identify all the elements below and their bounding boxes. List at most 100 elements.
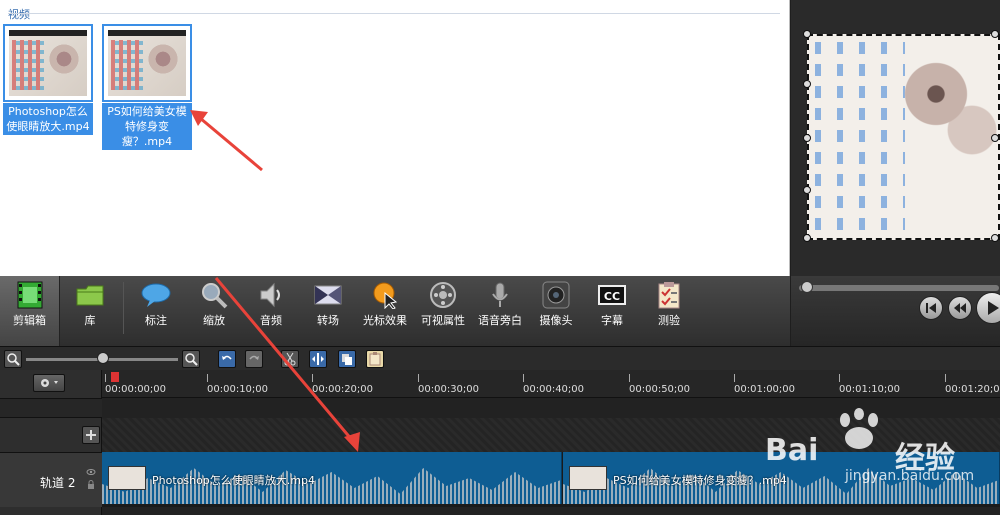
clip-thumbnail[interactable]: [102, 24, 192, 102]
tool-label: 摄像头: [539, 314, 573, 327]
time-ruler[interactable]: 00:00:00;00 00:00:10;00 00:00:20;00 00:0…: [102, 370, 1000, 398]
tool-quiz[interactable]: 测验: [640, 276, 698, 346]
tool-cursor-effects[interactable]: 光标效果: [356, 276, 414, 346]
resize-handle[interactable]: [803, 134, 811, 142]
playhead-marker[interactable]: [111, 372, 119, 382]
skip-back-icon: [926, 303, 936, 313]
clipboard-icon: [658, 282, 680, 309]
clip-name: PS如何给美女模特修身变瘦？.mp4: [613, 474, 787, 487]
empty-track-header: [0, 398, 102, 418]
tick-label: 00:01:00;00: [734, 384, 796, 395]
microphone-icon: [492, 282, 508, 307]
clip-thumbnail: [108, 466, 146, 490]
tool-library[interactable]: 库: [60, 276, 120, 346]
tool-webcam[interactable]: 摄像头: [528, 276, 584, 346]
resize-handle[interactable]: [803, 234, 811, 242]
preview-canvas[interactable]: [807, 34, 1000, 240]
tool-label: 字幕: [601, 314, 623, 327]
clip-item[interactable]: Photoshop怎么使眼睛放大.mp4: [3, 24, 93, 135]
section-divider: [8, 13, 780, 14]
track-2[interactable]: Photoshop怎么使眼睛放大.mp4 PS如何给美女模特修身变瘦？.mp4: [102, 452, 1000, 507]
copy-icon: [342, 354, 352, 365]
zoom-in-button[interactable]: [182, 350, 200, 368]
tool-zoom[interactable]: 缩放: [186, 276, 242, 346]
clip-bin-panel: 视频 Photoshop怎么使眼睛放大.mp4 PS如何给美女模特修身变瘦？.m…: [0, 0, 790, 276]
timeline-clip[interactable]: PS如何给美女模特修身变瘦？.mp4: [563, 452, 1000, 504]
copy-button[interactable]: [338, 350, 356, 368]
timeline[interactable]: 00:00:00;00 00:00:10;00 00:00:20;00 00:0…: [102, 370, 1000, 515]
tool-voice-narration[interactable]: 语音旁白: [472, 276, 528, 346]
resize-handle[interactable]: [803, 80, 811, 88]
tool-label: 剪辑箱: [13, 314, 46, 327]
empty-track[interactable]: [102, 418, 1000, 452]
preview-seek-thumb[interactable]: [801, 281, 813, 293]
undo-button[interactable]: [218, 350, 236, 368]
zoom-out-icon: [7, 353, 20, 366]
add-track-button[interactable]: [82, 426, 100, 444]
undo-icon: [222, 355, 232, 360]
tool-captions[interactable]: CC 字幕: [584, 276, 640, 346]
resize-handle[interactable]: [803, 186, 811, 194]
preview-panel: [791, 0, 1000, 276]
lock-icon[interactable]: [87, 480, 95, 490]
tool-label: 语音旁白: [478, 314, 522, 327]
clip-name: Photoshop怎么使眼睛放大.mp4: [3, 103, 93, 135]
resize-handle[interactable]: [991, 30, 999, 38]
transition-icon: [314, 285, 342, 305]
previous-button[interactable]: [919, 296, 943, 320]
tick-label: 00:00:20;00: [312, 384, 374, 395]
timeline-clip[interactable]: Photoshop怎么使眼睛放大.mp4: [102, 452, 562, 504]
gear-icon: [41, 379, 58, 387]
track-settings-button[interactable]: [33, 374, 65, 392]
resize-handle[interactable]: [991, 234, 999, 242]
playback-controls: [791, 276, 1000, 346]
redo-icon: [249, 355, 259, 360]
clip-thumbnail[interactable]: [3, 24, 93, 102]
svg-text:CC: CC: [604, 290, 620, 303]
rewind-icon: [954, 303, 966, 313]
eye-icon[interactable]: [86, 468, 96, 476]
split-button[interactable]: [309, 350, 327, 368]
play-button[interactable]: [976, 292, 1000, 324]
scissors-icon: [284, 352, 296, 366]
tool-label: 标注: [145, 314, 167, 327]
tool-label: 音频: [260, 314, 282, 327]
track-header-column: 轨道 2: [0, 370, 102, 515]
cut-button[interactable]: [281, 350, 299, 368]
resize-handle[interactable]: [803, 30, 811, 38]
folder-icon: [76, 285, 104, 306]
clip-name: PS如何给美女模特修身变瘦？.mp4: [102, 103, 192, 150]
split-icon: [312, 353, 324, 365]
tool-visual-properties[interactable]: 可视属性: [414, 276, 472, 346]
resize-handle[interactable]: [991, 134, 999, 142]
speech-bubble-icon: [141, 283, 171, 307]
zoom-in-icon: [185, 353, 198, 366]
tool-label: 光标效果: [363, 314, 407, 327]
tool-callouts[interactable]: 标注: [128, 276, 184, 346]
rewind-button[interactable]: [948, 296, 972, 320]
section-label: 视频: [8, 8, 30, 21]
paste-button[interactable]: [366, 350, 384, 368]
timeline-toolbar: [0, 346, 1000, 370]
tool-label: 转场: [317, 314, 339, 327]
preview-seek-bar[interactable]: [799, 285, 999, 291]
tick-label: 00:00:00;00: [105, 384, 167, 395]
paste-icon: [369, 352, 381, 366]
tool-label: 测验: [658, 314, 680, 327]
speaker-icon: [260, 282, 280, 308]
toolbar-separator: [123, 282, 124, 334]
tool-clip-bin[interactable]: 剪辑箱: [0, 276, 60, 346]
tick-label: 00:00:40;00: [523, 384, 585, 395]
cc-icon: CC: [598, 285, 626, 305]
track-label: 轨道 2: [40, 476, 76, 490]
tool-transitions[interactable]: 转场: [300, 276, 356, 346]
zoom-out-button[interactable]: [4, 350, 22, 368]
clip-item[interactable]: PS如何给美女模特修身变瘦？.mp4: [102, 24, 192, 150]
film-reel-icon: [430, 282, 456, 308]
tool-label: 库: [84, 314, 96, 327]
redo-button[interactable]: [245, 350, 263, 368]
tool-audio[interactable]: 音频: [244, 276, 298, 346]
tick-label: 00:00:50;00: [629, 384, 691, 395]
play-icon: [988, 301, 999, 315]
zoom-slider-thumb[interactable]: [97, 352, 109, 364]
